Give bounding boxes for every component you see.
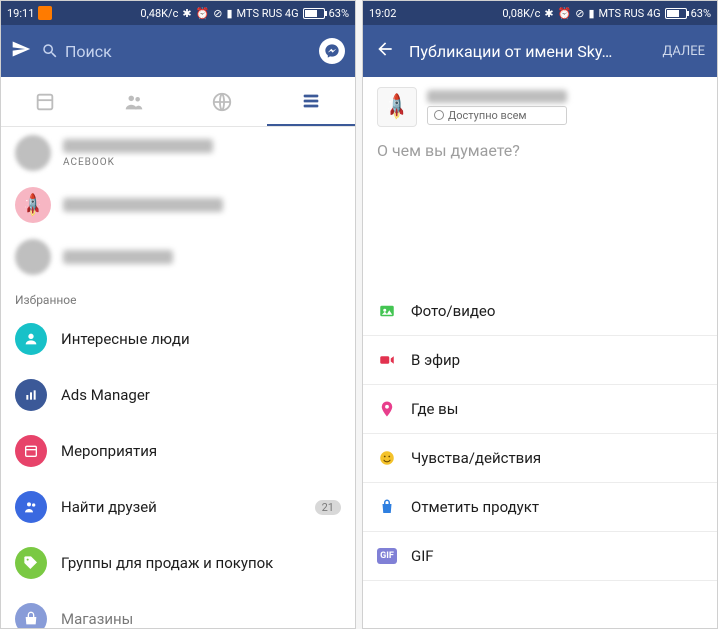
tag-icon (15, 547, 47, 579)
bars-icon (15, 379, 47, 411)
opt-gif[interactable]: GIF GIF (363, 532, 717, 581)
tab-menu[interactable] (267, 77, 356, 126)
sub-facebook: ACEBOOK (63, 157, 213, 168)
actionbar-right: Публикации от имени Sky… ДАЛЕЕ (363, 25, 717, 77)
avatar (15, 239, 51, 275)
calendar-icon (15, 435, 47, 467)
bluetooth-icon: ✱ (544, 7, 553, 20)
tabstrip (1, 77, 355, 127)
statusbar-battery-pct: 63% (329, 7, 349, 20)
statusbar-carrier: MTS RUS 4G (237, 7, 299, 20)
section-favorites: Избранное (1, 283, 355, 311)
avatar (15, 135, 51, 171)
visibility-chip[interactable]: Доступно всем (427, 106, 567, 125)
dnd-icon: ⊘ (213, 7, 222, 20)
blurred-text (427, 90, 567, 103)
opt-label: Где вы (411, 400, 458, 418)
badge-count: 21 (315, 500, 341, 515)
bag-icon (377, 497, 397, 517)
fav-interesting-people[interactable]: Интересные люди (1, 311, 355, 367)
fav-label: Магазины (61, 610, 133, 628)
alarm-icon: ⏰ (558, 7, 572, 20)
statusbar-battery-pct: 63% (691, 7, 711, 20)
composer-textarea[interactable]: О чем вы думаете? (363, 127, 717, 287)
opt-photo-video[interactable]: Фото/видео (363, 287, 717, 336)
fav-label: Ads Manager (61, 386, 150, 404)
statusbar-right: 19:02 0,08K/c ✱ ⏰ ⊘ ▮ MTS RUS 4G 63% (363, 1, 717, 25)
statusbar-time: 19:11 (7, 7, 34, 20)
tab-feed[interactable] (1, 77, 90, 126)
tab-world[interactable] (178, 77, 267, 126)
page-avatar: 🚀 (377, 87, 417, 127)
opt-label: Отметить продукт (411, 498, 539, 516)
avatar-rocket: 🚀 (15, 187, 51, 223)
notification-icon (38, 6, 52, 20)
fav-label: Найти друзей (61, 498, 157, 516)
opt-label: GIF (411, 547, 434, 565)
statusbar-carrier: MTS RUS 4G (599, 7, 661, 20)
friends-icon (15, 491, 47, 523)
shop-icon (15, 603, 47, 629)
opt-label: Фото/видео (411, 302, 495, 320)
pin-icon (377, 399, 397, 419)
next-button[interactable]: ДАЛЕЕ (663, 44, 705, 59)
opt-go-live[interactable]: В эфир (363, 336, 717, 385)
statusbar-speed: 0,08K/c (502, 7, 540, 20)
statusbar-time: 19:02 (369, 7, 396, 20)
opt-feelings[interactable]: Чувства/действия (363, 434, 717, 483)
blurred-text (63, 198, 223, 212)
battery-icon (303, 8, 325, 19)
fav-label: Интересные люди (61, 330, 190, 348)
actionbar-left: Поиск (1, 25, 355, 77)
list-item[interactable]: ACEBOOK (1, 127, 355, 179)
live-icon (377, 350, 397, 370)
phone-left: 19:11 0,48K/c ✱ ⏰ ⊘ ▮ MTS RUS 4G 63% Пои… (0, 0, 356, 629)
person-pin-icon (15, 323, 47, 355)
opt-location[interactable]: Где вы (363, 385, 717, 434)
fav-sale-groups[interactable]: Группы для продаж и покупок (1, 535, 355, 591)
smiley-icon (377, 448, 397, 468)
page-title: Публикации от имени Sky… (409, 42, 649, 61)
blurred-text (63, 250, 173, 264)
alarm-icon: ⏰ (196, 7, 210, 20)
gif-icon: GIF (377, 546, 397, 566)
photo-icon (377, 301, 397, 321)
tab-friends[interactable] (90, 77, 179, 126)
search-placeholder: Поиск (65, 42, 112, 61)
signal-icon: ▮ (588, 7, 594, 20)
bluetooth-icon: ✱ (182, 7, 191, 20)
phone-right: 19:02 0,08K/c ✱ ⏰ ⊘ ▮ MTS RUS 4G 63% Пуб… (362, 0, 718, 629)
send-icon[interactable] (11, 39, 31, 63)
opt-tag-product[interactable]: Отметить продукт (363, 483, 717, 532)
fav-label: Группы для продаж и покупок (61, 554, 273, 572)
opt-label: Чувства/действия (411, 449, 541, 467)
list-item[interactable]: 🚀 (1, 179, 355, 231)
battery-icon (665, 8, 687, 19)
statusbar-left: 19:11 0,48K/c ✱ ⏰ ⊘ ▮ MTS RUS 4G 63% (1, 1, 355, 25)
fav-events[interactable]: Мероприятия (1, 423, 355, 479)
fav-shops[interactable]: Магазины (1, 591, 355, 629)
fav-find-friends[interactable]: Найти друзей 21 (1, 479, 355, 535)
blurred-text (63, 139, 213, 153)
signal-icon: ▮ (226, 7, 232, 20)
fav-label: Мероприятия (61, 442, 157, 460)
composer-header: 🚀 Доступно всем (363, 77, 717, 127)
back-icon[interactable] (375, 39, 395, 63)
opt-label: В эфир (411, 351, 460, 369)
statusbar-speed: 0,48K/c (140, 7, 178, 20)
fav-ads-manager[interactable]: Ads Manager (1, 367, 355, 423)
list-item[interactable] (1, 231, 355, 283)
search-input[interactable]: Поиск (41, 42, 309, 61)
messenger-icon[interactable] (319, 38, 345, 64)
dnd-icon: ⊘ (575, 7, 584, 20)
